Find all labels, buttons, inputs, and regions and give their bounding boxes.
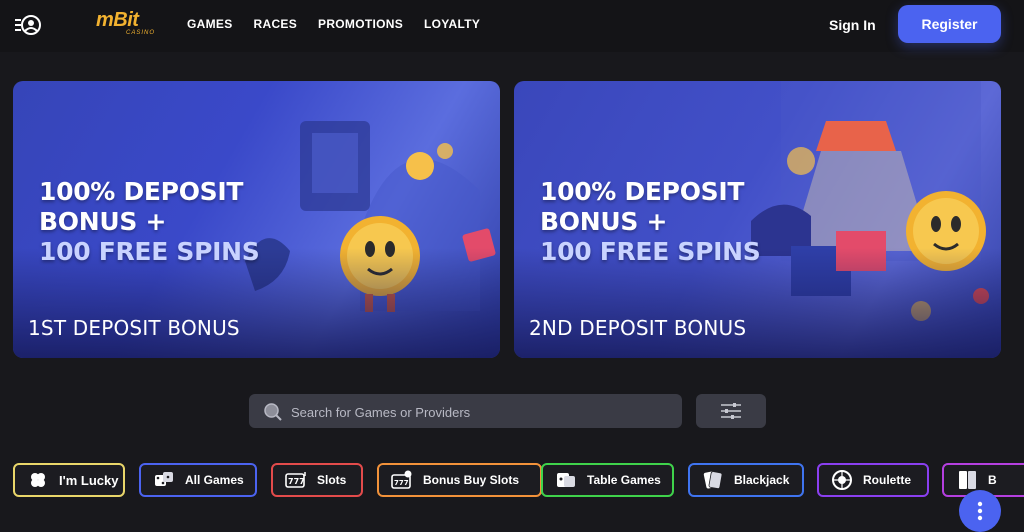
category-chip[interactable]: I'm Lucky: [13, 463, 125, 497]
search-icon: [263, 402, 283, 422]
banner-title: 2ND DEPOSIT BONUS: [529, 316, 747, 340]
category-chips: I'm Lucky All Games 777 Slots 777 Bonus …: [13, 463, 1024, 501]
headline-line-2: BONUS +: [39, 207, 167, 236]
search-input[interactable]: [289, 394, 673, 430]
chip-label: B: [988, 473, 997, 487]
menu-toggle-icon[interactable]: [14, 12, 44, 38]
chip-label: Table Games: [587, 473, 661, 487]
mbit-logo[interactable]: mBit CASINO: [96, 10, 154, 40]
chip-label: Slots: [317, 473, 347, 487]
nav-promotions[interactable]: PROMOTIONS: [318, 17, 403, 31]
baccarat-icon: [956, 469, 978, 491]
logo-subtext: CASINO: [126, 30, 156, 36]
dice-icon: [153, 469, 175, 491]
headline-line-3: 100 FREE SPINS: [39, 237, 260, 266]
headline-line-2: BONUS +: [540, 207, 668, 236]
banner-headline: 100% DEPOSIT BONUS + 100 FREE SPINS: [39, 177, 260, 267]
category-chip[interactable]: 777 Slots: [271, 463, 363, 497]
roulette-icon: [831, 469, 853, 491]
category-chip[interactable]: Roulette: [817, 463, 929, 497]
nav-races[interactable]: RACES: [254, 17, 298, 31]
banner-title: 1ST DEPOSIT BONUS: [28, 316, 240, 340]
headline-line-1: 100% DEPOSIT: [540, 177, 745, 206]
sign-in-link[interactable]: Sign In: [829, 17, 876, 33]
chip-label: Blackjack: [734, 473, 790, 487]
category-chip[interactable]: Table Games: [541, 463, 674, 497]
cards-icon: [702, 469, 724, 491]
nav-games[interactable]: GAMES: [187, 17, 233, 31]
filter-button[interactable]: [696, 394, 766, 428]
more-options-button[interactable]: [959, 490, 1001, 532]
more-vertical-icon: [977, 501, 983, 521]
chip-label: I'm Lucky: [59, 472, 119, 488]
slot-777-icon: 777: [285, 469, 307, 491]
category-chip[interactable]: 777 Bonus Buy Slots: [377, 463, 542, 497]
sliders-icon: [721, 403, 741, 419]
promo-banner-2[interactable]: 100% DEPOSIT BONUS + 100 FREE SPINS 2ND …: [514, 81, 1001, 358]
clover-icon: [27, 469, 49, 491]
nav-loyalty[interactable]: LOYALTY: [424, 17, 480, 31]
search-bar[interactable]: [249, 394, 682, 430]
chip-label: All Games: [185, 473, 244, 487]
banner-headline: 100% DEPOSIT BONUS + 100 FREE SPINS: [540, 177, 761, 267]
register-button[interactable]: Register: [898, 5, 1001, 43]
logo-text: mBit: [96, 9, 139, 31]
svg-text:777: 777: [288, 477, 305, 486]
promo-banner-1[interactable]: 100% DEPOSIT BONUS + 100 FREE SPINS 1ST …: [13, 81, 500, 358]
category-chip[interactable]: Blackjack: [688, 463, 804, 497]
headline-line-3: 100 FREE SPINS: [540, 237, 761, 266]
chip-label: Roulette: [863, 473, 911, 487]
category-chip[interactable]: All Games: [139, 463, 257, 497]
top-header: mBit CASINO GAMES RACES PROMOTIONS LOYAL…: [0, 0, 1024, 52]
chip-label: Bonus Buy Slots: [423, 473, 520, 487]
main-nav: GAMES RACES PROMOTIONS LOYALTY: [187, 17, 480, 31]
svg-text:777: 777: [394, 479, 409, 487]
bonus-slot-icon: 777: [391, 469, 413, 491]
table-games-icon: [555, 469, 577, 491]
headline-line-1: 100% DEPOSIT: [39, 177, 244, 206]
